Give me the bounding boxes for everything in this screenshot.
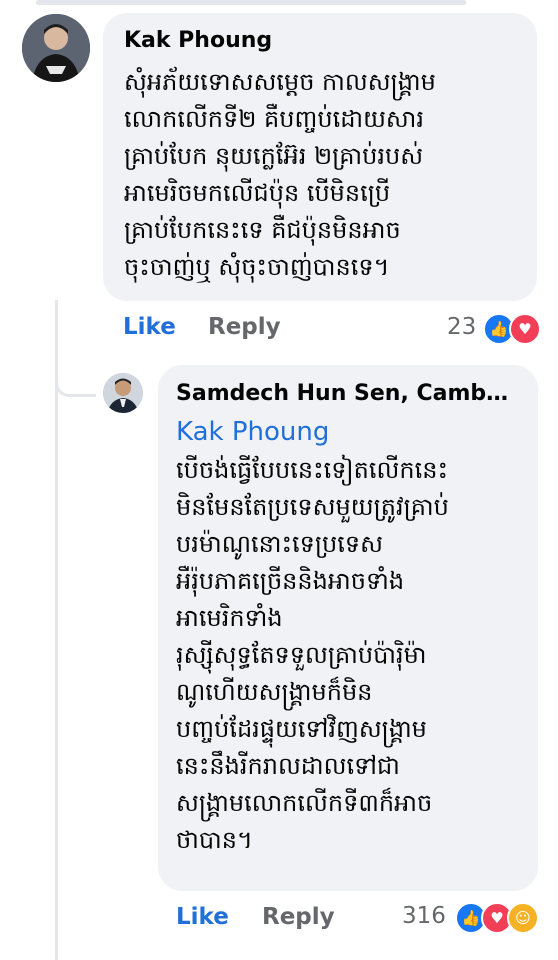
like-button[interactable]: Like xyxy=(176,904,229,930)
thread-branch xyxy=(55,370,96,397)
reaction-count[interactable]: 23 xyxy=(447,314,476,340)
reaction-icons[interactable]: 👍 ♥ ☺ xyxy=(455,902,539,934)
reply-button[interactable]: Reply xyxy=(208,314,281,340)
reply-text: បើចង់ធ្វើបែបនេះទៀតលើកនេះ មិនមែនតែប្រទេសម… xyxy=(176,456,449,854)
thread-line xyxy=(55,300,58,960)
care-icon: ☺ xyxy=(507,902,539,934)
avatar-kak-phoung[interactable] xyxy=(22,14,90,82)
like-button[interactable]: Like xyxy=(123,314,176,340)
comment-text: សុំអភ័យទោសសម្តេច កាលសង្គ្រាម លោកលើកទី២ គ… xyxy=(124,68,436,281)
reply-button[interactable]: Reply xyxy=(262,904,335,930)
mention-link[interactable]: Kak Phoung xyxy=(176,417,329,447)
avatar-hun-sen[interactable] xyxy=(103,373,143,413)
reply-author[interactable]: Samdech Hun Sen, Cambo... xyxy=(176,381,520,406)
love-icon: ♥ xyxy=(509,313,541,345)
reaction-icons[interactable]: 👍 ♥ xyxy=(483,313,541,345)
reaction-count[interactable]: 316 xyxy=(402,903,446,929)
comment-author[interactable]: Kak Phoung xyxy=(124,28,504,53)
divider xyxy=(36,0,466,5)
